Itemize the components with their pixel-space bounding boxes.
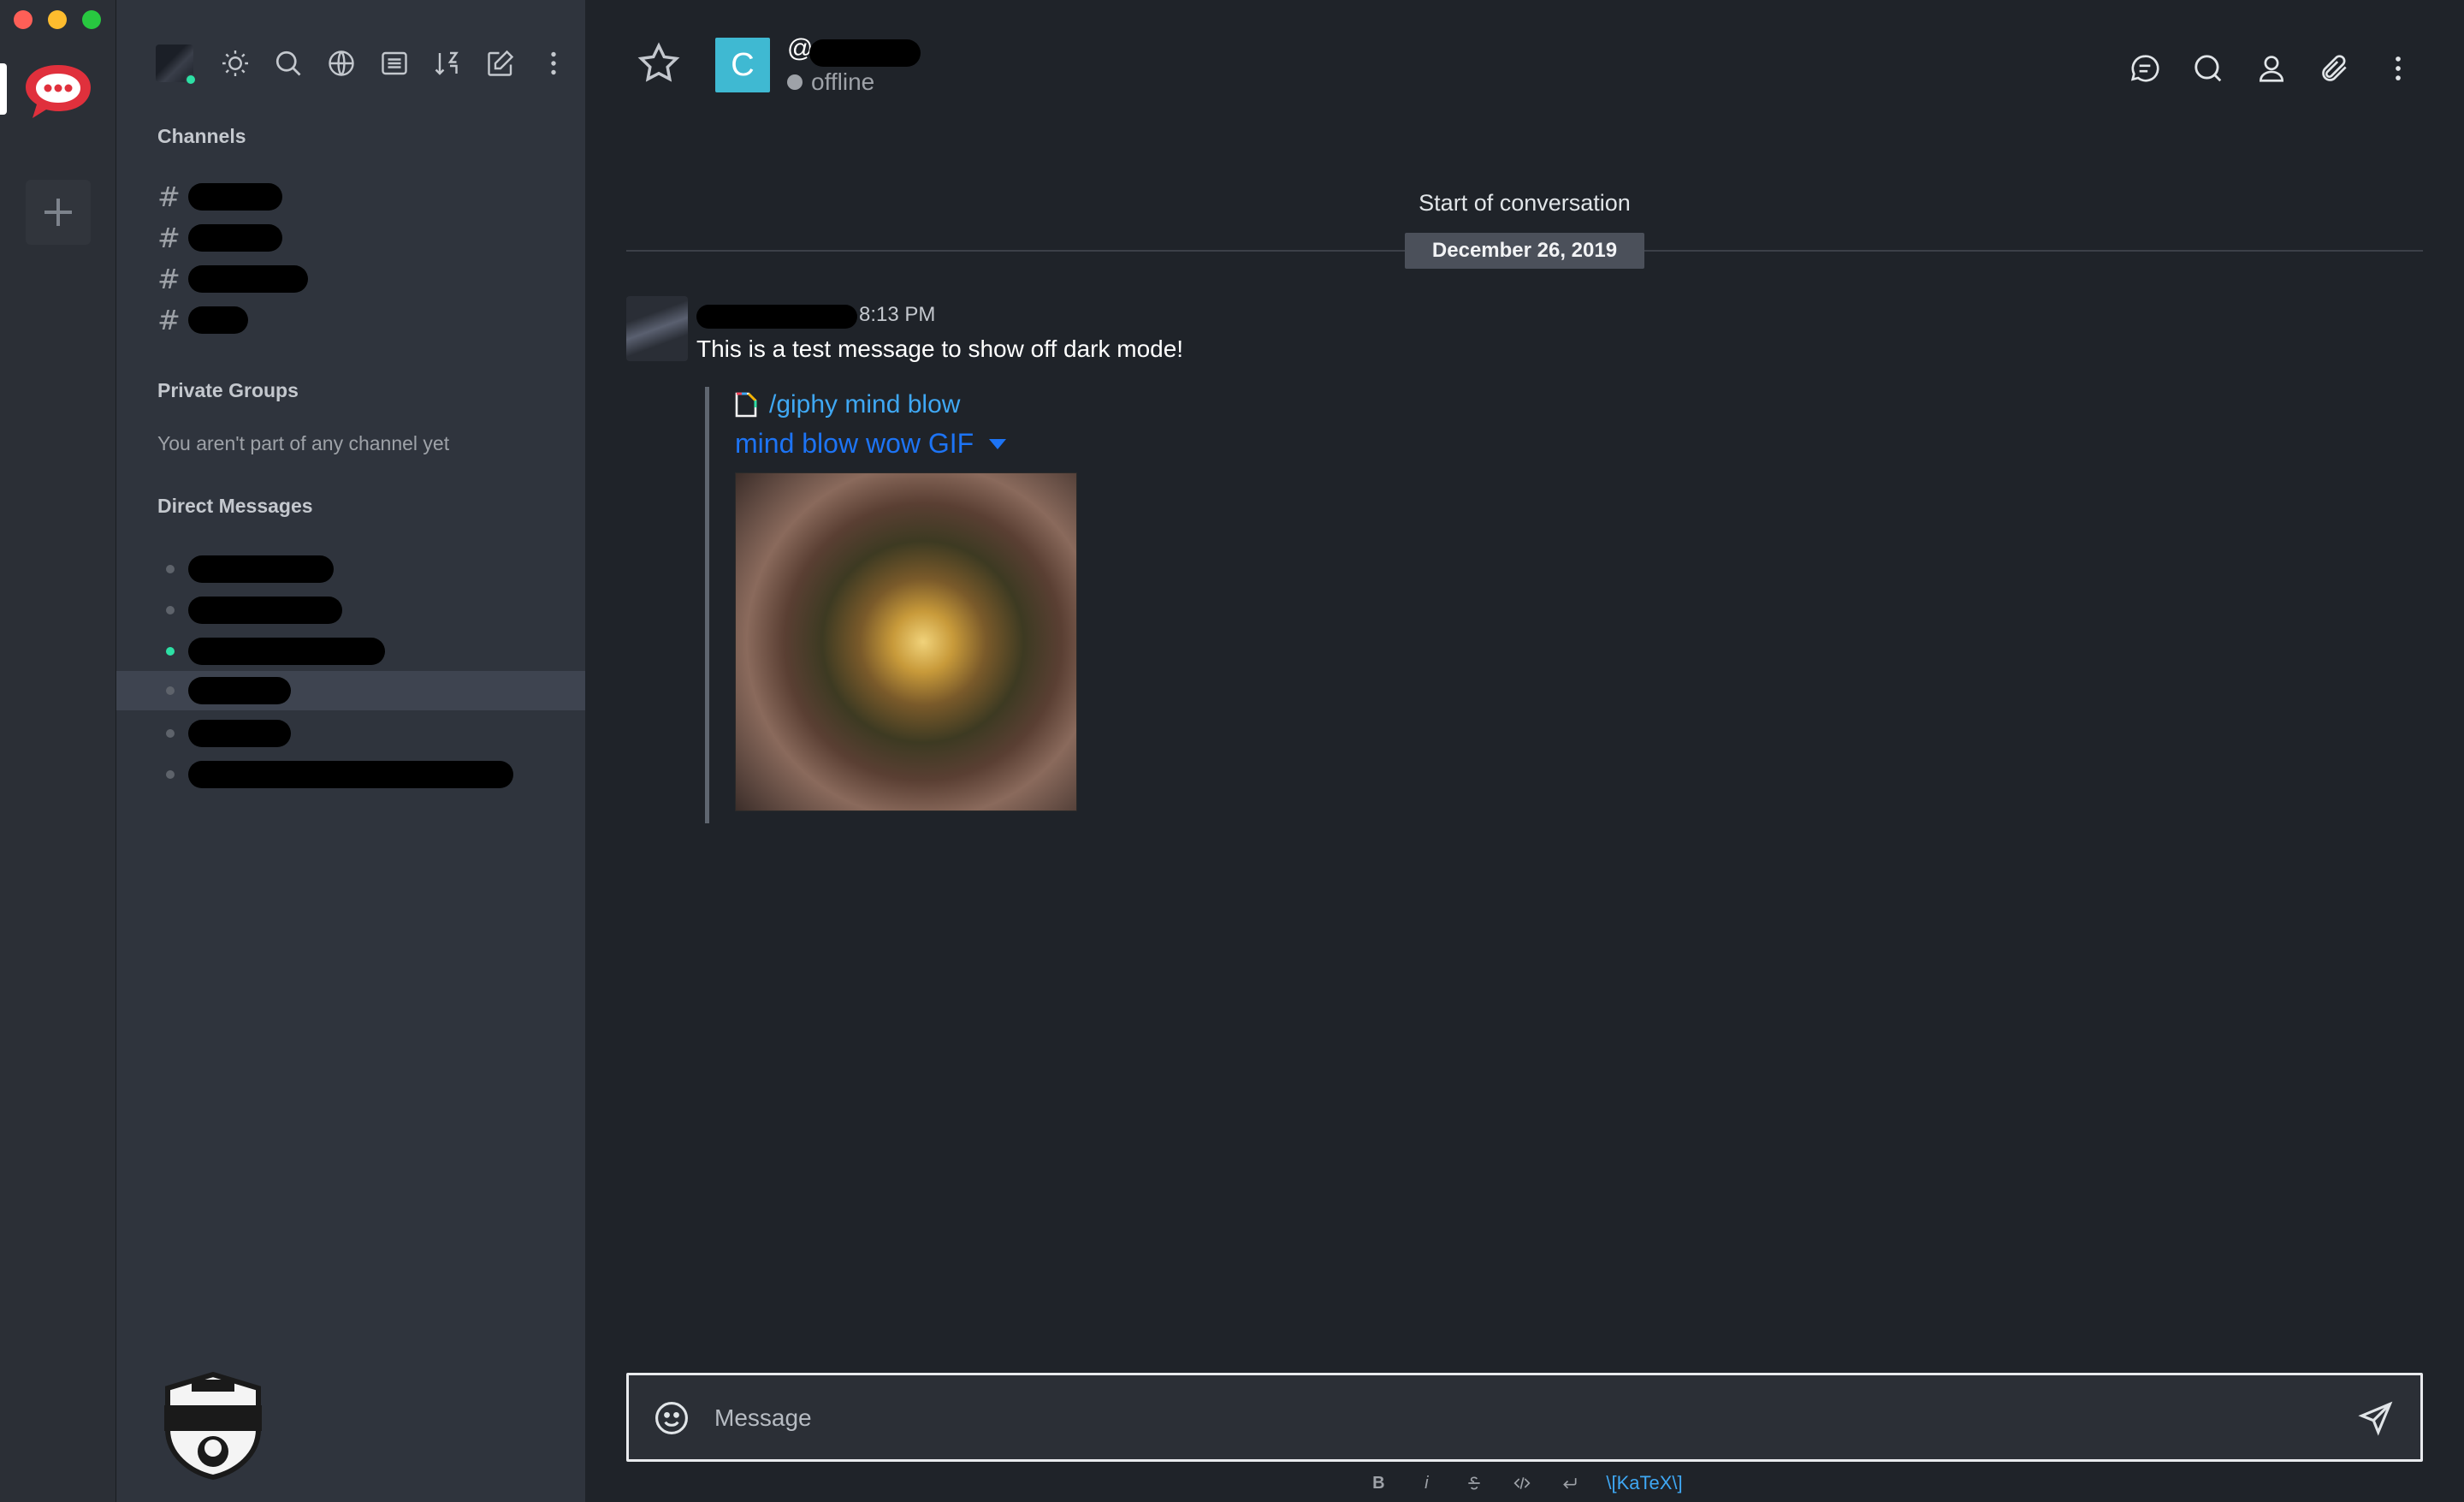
message-composer (626, 1373, 2423, 1462)
enter-icon (1563, 1478, 1577, 1489)
search-icon[interactable] (262, 38, 315, 89)
dm-item-active[interactable] (116, 671, 585, 710)
window-minimize-button[interactable] (48, 10, 67, 29)
dm-item[interactable] (116, 755, 585, 794)
redacted-channel-name (188, 183, 282, 211)
code-button[interactable] (1510, 1471, 1534, 1495)
redacted-dm-name (188, 677, 291, 704)
emoji-icon[interactable] (653, 1399, 690, 1437)
status-dot (166, 565, 175, 573)
channel-item[interactable]: # (157, 219, 585, 257)
dm-item[interactable] (116, 714, 585, 753)
room-status-label: offline (811, 68, 875, 95)
list-icon[interactable] (368, 38, 421, 89)
hash-icon: # (157, 304, 181, 336)
conversation-start-label: Start of conversation (1419, 190, 1631, 216)
redacted-channel-name (188, 265, 308, 293)
format-toolbar: B i \[KaTeX\] (585, 1470, 2464, 1496)
header-actions (2113, 43, 2430, 94)
status-dot (166, 606, 175, 614)
room-status: offline (787, 68, 874, 96)
attachment-command[interactable]: /giphy mind blow (735, 390, 960, 419)
private-groups-empty-hint: You aren't part of any channel yet (157, 432, 450, 454)
offline-status-dot (787, 74, 803, 90)
room-header: C @ offline (585, 0, 2464, 128)
redacted-dm-name (188, 761, 513, 788)
collapse-caret-icon[interactable] (989, 438, 1007, 449)
sun-icon[interactable] (209, 38, 262, 89)
redacted-dm-name (188, 555, 334, 583)
redacted-dm-name (188, 638, 385, 665)
message-attachment: /giphy mind blow mind blow wow GIF (705, 387, 1218, 823)
redacted-dm-name (188, 720, 291, 747)
sidebar-toolbar (156, 38, 580, 89)
kebab-icon[interactable] (2366, 43, 2430, 94)
hash-icon: # (157, 181, 181, 213)
edit-icon[interactable] (474, 38, 527, 89)
strikethrough-icon (1468, 1476, 1481, 1490)
channel-item[interactable]: # (157, 260, 585, 298)
attachment-title-text: mind blow wow GIF (735, 428, 974, 459)
window-maximize-button[interactable] (82, 10, 101, 29)
status-dot (166, 770, 175, 779)
attachment-title[interactable]: mind blow wow GIF (735, 428, 1007, 460)
server-rail (0, 0, 116, 1502)
channel-item[interactable]: # (157, 301, 585, 339)
dm-item[interactable] (116, 591, 585, 630)
multiline-button[interactable] (1558, 1471, 1582, 1495)
redacted-dm-name (188, 597, 342, 624)
discussion-icon[interactable] (2113, 43, 2177, 94)
dm-item[interactable] (116, 632, 585, 671)
user-avatar[interactable] (156, 45, 197, 86)
window-close-button[interactable] (14, 10, 33, 29)
status-dot (166, 686, 175, 695)
italic-button[interactable]: i (1414, 1471, 1438, 1495)
globe-icon[interactable] (315, 38, 368, 89)
file-icon (735, 392, 757, 418)
date-badge: December 26, 2019 (1405, 233, 1644, 269)
strike-button[interactable] (1462, 1471, 1486, 1495)
private-groups-section-title: Private Groups (157, 379, 299, 401)
attachments-icon[interactable] (2303, 43, 2366, 94)
hash-icon: # (157, 263, 181, 295)
active-server-indicator (0, 63, 7, 115)
redacted-channel-name (188, 224, 282, 252)
katex-link[interactable]: \[KaTeX\] (1606, 1471, 1682, 1495)
kebab-icon[interactable] (527, 38, 580, 89)
bold-button[interactable]: B (1366, 1471, 1390, 1495)
attachment-command-text: /giphy mind blow (769, 390, 961, 419)
rocketchat-server-icon[interactable] (21, 60, 96, 123)
gif-image[interactable] (735, 472, 1077, 811)
status-dot (166, 729, 175, 738)
message-input[interactable] (714, 1391, 2323, 1446)
channel-item[interactable]: # (157, 178, 585, 216)
favorite-star-icon[interactable] (637, 41, 681, 86)
workspace-logo (164, 1371, 262, 1481)
room-avatar: C (715, 38, 770, 92)
direct-messages-section-title: Direct Messages (157, 495, 313, 517)
sort-icon[interactable] (421, 38, 474, 89)
main-panel: C @ offline Start of conversation Decemb… (585, 0, 2464, 1502)
message-timestamp: 8:13 PM (859, 303, 936, 326)
hash-icon: # (157, 222, 181, 254)
redacted-author-name (696, 305, 857, 329)
add-server-button[interactable] (26, 180, 91, 245)
send-icon[interactable] (2357, 1399, 2395, 1437)
sidebar: Channels # # # # Private Groups You aren… (116, 0, 585, 1502)
message-body: This is a test message to show off dark … (696, 335, 1184, 362)
message-author-avatar[interactable] (626, 296, 688, 361)
channels-section-title: Channels (157, 125, 246, 147)
online-status-dot (166, 647, 175, 656)
code-icon (1513, 1477, 1531, 1489)
redacted-channel-name (188, 306, 248, 334)
dm-item[interactable] (116, 549, 585, 589)
online-status-dot (185, 74, 197, 86)
search-icon[interactable] (2177, 43, 2240, 94)
redacted-room-name (809, 39, 921, 67)
plus-icon (44, 199, 72, 226)
members-icon[interactable] (2240, 43, 2303, 94)
